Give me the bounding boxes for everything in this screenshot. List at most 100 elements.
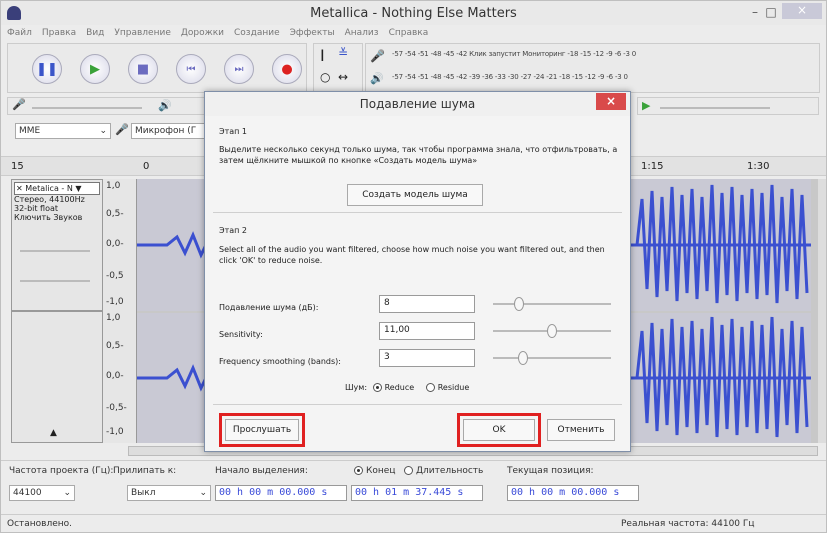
track-info-bits: 32-bit float xyxy=(14,204,59,213)
scale-label: 1,0 xyxy=(106,181,121,191)
frequency-smoothing-input[interactable]: 3 xyxy=(379,349,475,367)
length-radio[interactable]: Длительность xyxy=(401,466,483,476)
scale-label: -1,0 xyxy=(106,297,124,307)
skip-start-icon: ⏮ xyxy=(186,63,196,75)
noise-mode-group: Шум: Reduce Residue xyxy=(345,382,469,393)
skip-end-button[interactable]: ⏭ xyxy=(224,54,254,84)
radio-off-icon xyxy=(425,383,435,392)
window-title: Metallica - Nothing Else Matters xyxy=(310,5,517,21)
radio-on-icon xyxy=(354,466,363,475)
status-bar: Остановлено. Реальная частота: 44100 Гц xyxy=(1,514,826,532)
output-volume-speaker-icon: 🔊 xyxy=(158,99,172,112)
residue-radio-label: Residue xyxy=(437,383,470,392)
step2-text: Select all of the audio you want filtere… xyxy=(219,245,605,265)
snap-to-value: Выкл xyxy=(131,488,156,498)
close-window-button[interactable]: × xyxy=(782,3,822,19)
play-meter-speaker-icon: 🔊 xyxy=(370,72,384,85)
noise-reduction-slider-knob[interactable] xyxy=(513,297,524,311)
vertical-scrollbar[interactable] xyxy=(818,179,826,443)
noise-reduction-label: Подавление шума (дБ): xyxy=(219,303,319,312)
scale-label: 0,0- xyxy=(106,371,124,381)
input-device-value: Микрофон (Г xyxy=(135,126,197,136)
mixer-toolbar: 🎤 🔊 xyxy=(7,97,207,115)
record-meter-scale[interactable]: -57 -54 -51 -48 -45 -42 Клик запустит Мо… xyxy=(392,50,636,58)
radio-off-icon xyxy=(404,466,413,475)
tools-toolbar: I ≚ ○ ↔ xyxy=(313,43,363,93)
end-radio[interactable]: Конец xyxy=(351,466,395,476)
play-at-speed-toolbar: ▶ xyxy=(637,97,819,115)
skip-end-icon: ⏭ xyxy=(234,63,244,75)
frequency-smoothing-slider[interactable] xyxy=(493,357,611,359)
step1-title: Этап 1 xyxy=(219,127,248,136)
reduce-radio-label: Reduce xyxy=(384,383,415,392)
skip-start-button[interactable]: ⏮ xyxy=(176,54,206,84)
length-radio-label: Длительность xyxy=(416,466,484,476)
dialog-title: Подавление шума xyxy=(205,92,630,116)
track-info-mute[interactable]: Ключить Звуков xyxy=(14,213,100,222)
audio-host-select[interactable]: MME ⌄ xyxy=(15,123,111,139)
menu-transport[interactable]: Управление xyxy=(114,28,170,38)
menu-view[interactable]: Вид xyxy=(86,28,104,38)
divider xyxy=(213,212,622,213)
play-meter-scale[interactable]: -57 -54 -51 -48 -45 -42 -39 -36 -33 -30 … xyxy=(392,73,628,81)
chevron-down-icon: ⌄ xyxy=(199,488,207,498)
input-volume-mic-icon: 🎤 xyxy=(12,98,26,111)
sensitivity-input[interactable]: 11,00 xyxy=(379,322,475,340)
chevron-down-icon: ⌄ xyxy=(99,126,107,136)
menu-file[interactable]: Файл xyxy=(7,28,32,38)
scale-label: 1,0 xyxy=(106,313,121,323)
noise-reduction-slider[interactable] xyxy=(493,303,611,305)
ruler-tick-left: 15 xyxy=(11,161,24,172)
record-button[interactable]: ● xyxy=(272,54,302,84)
envelope-tool-icon[interactable]: ≚ xyxy=(338,46,348,60)
residue-radio[interactable]: Residue xyxy=(423,383,470,392)
track-info-format: Стерео, 44100Hz xyxy=(14,195,85,204)
audio-position-time[interactable]: 00 h 00 m 00.000 s xyxy=(507,485,639,501)
zoom-tool-icon[interactable]: ○ xyxy=(320,70,330,84)
step2-title: Этап 2 xyxy=(219,226,248,235)
track-name: Metalica - N ▼ xyxy=(25,184,82,193)
sensitivity-slider-knob[interactable] xyxy=(547,324,557,338)
scale-label: 0,0- xyxy=(106,239,124,249)
play-speed-slider[interactable] xyxy=(660,107,770,109)
frequency-smoothing-slider-knob[interactable] xyxy=(517,351,528,365)
snap-to-select[interactable]: Выкл ⌄ xyxy=(127,485,211,501)
dialog-close-button[interactable]: × xyxy=(596,93,626,110)
snap-to-label: Прилипать к: xyxy=(113,466,177,476)
ruler-tick-130: 1:30 xyxy=(747,161,770,172)
track-gain-slider[interactable] xyxy=(20,250,90,252)
record-icon: ● xyxy=(281,61,293,77)
selection-end-time[interactable]: 00 h 01 m 37.445 s xyxy=(351,485,483,501)
reduce-radio[interactable]: Reduce xyxy=(370,383,415,392)
scale-label: -1,0 xyxy=(106,427,124,437)
project-rate-select[interactable]: 44100 ⌄ xyxy=(9,485,75,501)
menu-effects[interactable]: Эффекты xyxy=(290,28,335,38)
stop-button[interactable]: ■ xyxy=(128,54,158,84)
project-rate-label: Частота проекта (Гц): xyxy=(9,466,114,476)
track-name-menu[interactable]: ✕ Metalica - N ▼ xyxy=(14,182,100,195)
track-pan-slider[interactable] xyxy=(20,280,90,282)
selection-tool-icon[interactable]: I xyxy=(320,46,325,65)
menu-edit[interactable]: Правка xyxy=(42,28,76,38)
play-at-speed-icon[interactable]: ▶ xyxy=(642,99,650,112)
close-track-icon[interactable]: ✕ xyxy=(16,184,23,193)
noise-reduction-input[interactable]: 8 xyxy=(379,295,475,313)
timeshift-tool-icon[interactable]: ↔ xyxy=(338,70,348,84)
selection-start-time[interactable]: 00 h 00 m 00.000 s xyxy=(215,485,347,501)
pause-button[interactable]: ❚❚ xyxy=(32,54,62,84)
input-device-select[interactable]: Микрофон (Г xyxy=(131,123,205,139)
get-noise-profile-button[interactable]: Создать модель шума xyxy=(347,184,483,206)
scale-label: 0,5- xyxy=(106,209,124,219)
menu-help[interactable]: Справка xyxy=(389,28,429,38)
cancel-button[interactable]: Отменить xyxy=(547,419,615,441)
menu-analyze[interactable]: Анализ xyxy=(345,28,379,38)
maximize-button[interactable]: □ xyxy=(762,5,780,19)
collapse-track-icon[interactable]: ▲ xyxy=(50,428,57,438)
input-volume-slider[interactable] xyxy=(32,107,142,109)
track-control-panel: ✕ Metalica - N ▼ Стерео, 44100Hz 32-bit … xyxy=(11,179,103,311)
play-button[interactable]: ▶ xyxy=(80,54,110,84)
scale-label: -0,5 xyxy=(106,271,124,281)
ruler-tick-zero: 0 xyxy=(143,161,150,172)
menu-generate[interactable]: Создание xyxy=(234,28,280,38)
menu-tracks[interactable]: Дорожки xyxy=(181,28,224,38)
